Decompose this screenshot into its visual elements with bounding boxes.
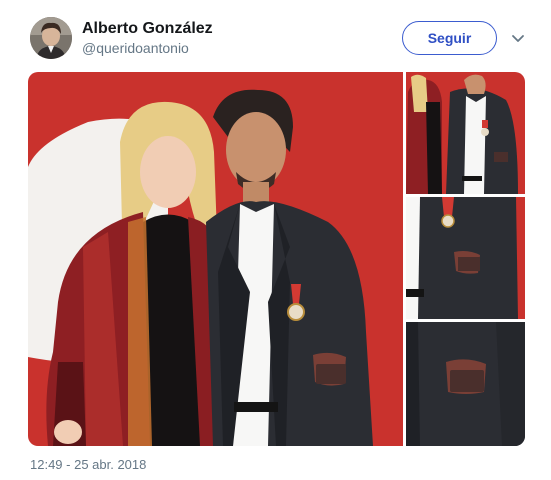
tweet-timestamp[interactable]: 12:49 - 25 abr. 2018 bbox=[30, 457, 146, 472]
author-handle[interactable]: @queridoantonio bbox=[82, 40, 189, 56]
media-photo-2[interactable] bbox=[406, 72, 525, 194]
media-photo-main[interactable] bbox=[28, 72, 403, 446]
author-avatar[interactable] bbox=[30, 17, 72, 59]
media-photo-3[interactable] bbox=[406, 197, 525, 319]
chevron-down-icon[interactable] bbox=[510, 30, 526, 46]
author-name[interactable]: Alberto González bbox=[82, 20, 213, 38]
tweet-card: Alberto González @queridoantonio Seguir bbox=[0, 0, 551, 480]
media-photo-4[interactable] bbox=[406, 322, 525, 446]
follow-button[interactable]: Seguir bbox=[402, 21, 497, 55]
tweet-media-grid bbox=[28, 72, 525, 446]
